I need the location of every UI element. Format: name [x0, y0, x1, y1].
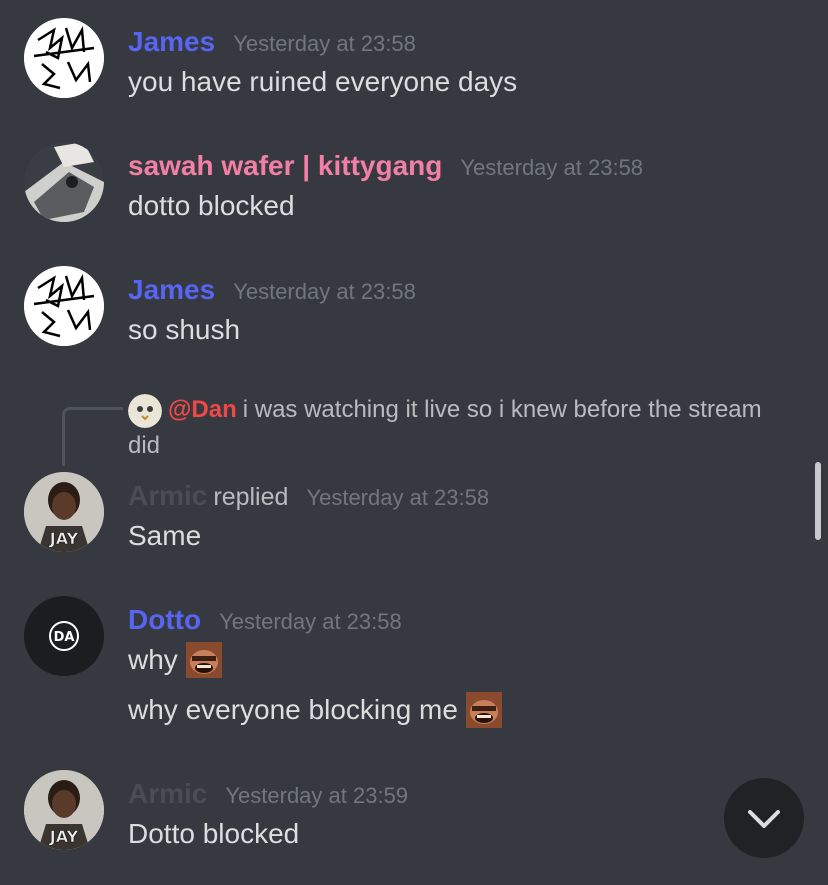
avatar-armic[interactable]: JAY	[24, 770, 104, 850]
reply-mention[interactable]: @Dan	[168, 396, 237, 423]
message-text: Dotto blocked	[128, 818, 300, 849]
svg-text:DA: DA	[54, 630, 75, 645]
laughing-face-emoji[interactable]	[465, 692, 502, 728]
reply-author-avatar	[128, 393, 162, 428]
author-name[interactable]: sawah wafer | kittygang	[128, 150, 442, 182]
reply-preview[interactable]: @Dan i was watching it live so i knew bef…	[128, 392, 768, 464]
avatar-armic[interactable]: JAY	[24, 472, 104, 552]
avatar-dotto[interactable]: DA	[24, 596, 104, 676]
timestamp: Yesterday at 23:58	[460, 155, 644, 180]
message-text: dotto blocked	[128, 190, 295, 221]
message-text: Same	[128, 520, 202, 551]
jump-to-present-button[interactable]	[724, 778, 804, 858]
timestamp: Yesterday at 23:58	[233, 279, 416, 304]
avatar-james[interactable]	[24, 266, 104, 346]
message-text: you have ruined everyone days	[128, 66, 518, 97]
scrollbar[interactable]	[815, 462, 821, 540]
author-name[interactable]: Armic	[128, 480, 207, 512]
laughing-face-emoji[interactable]	[185, 642, 222, 678]
timestamp: Yesterday at 23:59	[225, 783, 409, 808]
reply-connector	[62, 407, 123, 466]
message-text: so shush	[128, 314, 241, 345]
chevron-down-icon	[748, 810, 780, 828]
svg-text:JAY: JAY	[49, 529, 79, 548]
avatar-james[interactable]	[24, 18, 104, 98]
author-name[interactable]: Armic	[128, 778, 207, 810]
svg-text:JAY: JAY	[49, 827, 79, 846]
timestamp: Yesterday at 23:58	[219, 609, 402, 634]
author-name[interactable]: James	[128, 26, 215, 58]
author-name[interactable]: Dotto	[128, 604, 201, 636]
message-text: why everyone blocking me	[128, 694, 458, 725]
author-name[interactable]: James	[128, 274, 215, 306]
avatar-sawah[interactable]	[24, 142, 104, 222]
timestamp: Yesterday at 23:58	[306, 485, 490, 510]
timestamp: Yesterday at 23:58	[233, 31, 416, 56]
replied-label: replied	[213, 483, 289, 511]
message-text: why	[128, 644, 178, 675]
